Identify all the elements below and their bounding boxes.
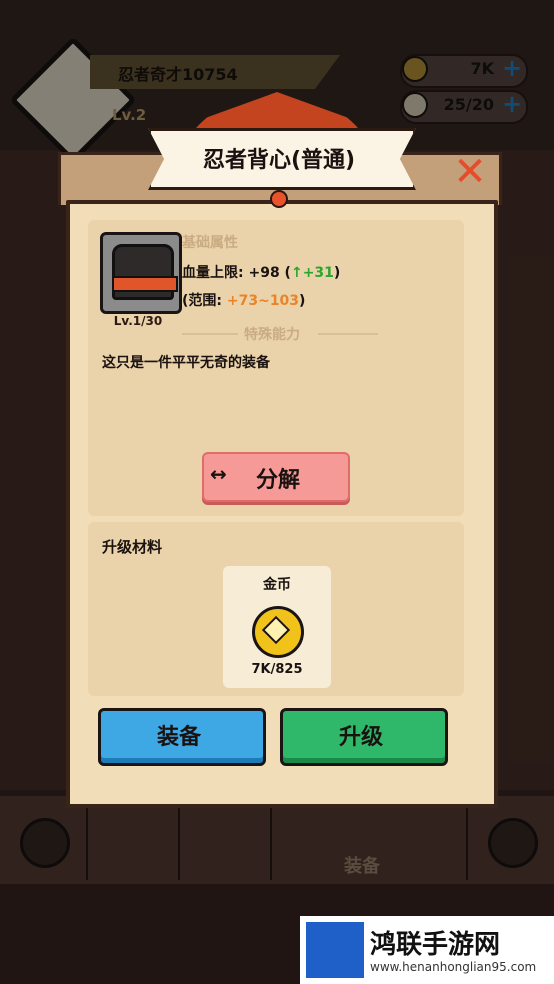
item-description: 这只是一件平平无奇的装备 [102,355,270,371]
stat-hp: 血量上限: +98 (↑+31) [182,265,341,281]
material-count: 7K/825 [251,662,303,677]
watermark-url: www.henanhonglian95.com [370,960,537,974]
close-button[interactable]: ✕ [450,152,490,192]
divider-left [182,333,238,335]
fan-pin-icon [270,190,288,208]
item-level: Lv.1/30 [113,314,163,328]
decompose-label: 分解 [256,468,301,493]
stat-range-value: +73~103 [226,293,300,309]
base-attr-label: 基础属性 [182,235,238,251]
divider-right [318,333,378,335]
panel-title: 忍者背心(普通) [202,148,356,173]
stat-hp-bonus: +31 [302,265,334,281]
arrow-up-icon: ↑ [290,265,303,281]
materials-title: 升级材料 [102,538,163,556]
watermark-logo-icon [306,922,364,978]
material-name: 金币 [263,577,291,593]
special-ability-label: 特殊能力 [244,327,300,343]
upgrade-button-label: 升级 [338,725,383,750]
stat-range: (范围: +73~103) [182,293,306,309]
split-icon: ↔ [210,462,227,486]
vest-band [112,276,178,292]
watermark-title: 鸿联手游网 [370,930,501,960]
equip-button-label: 装备 [156,725,201,750]
